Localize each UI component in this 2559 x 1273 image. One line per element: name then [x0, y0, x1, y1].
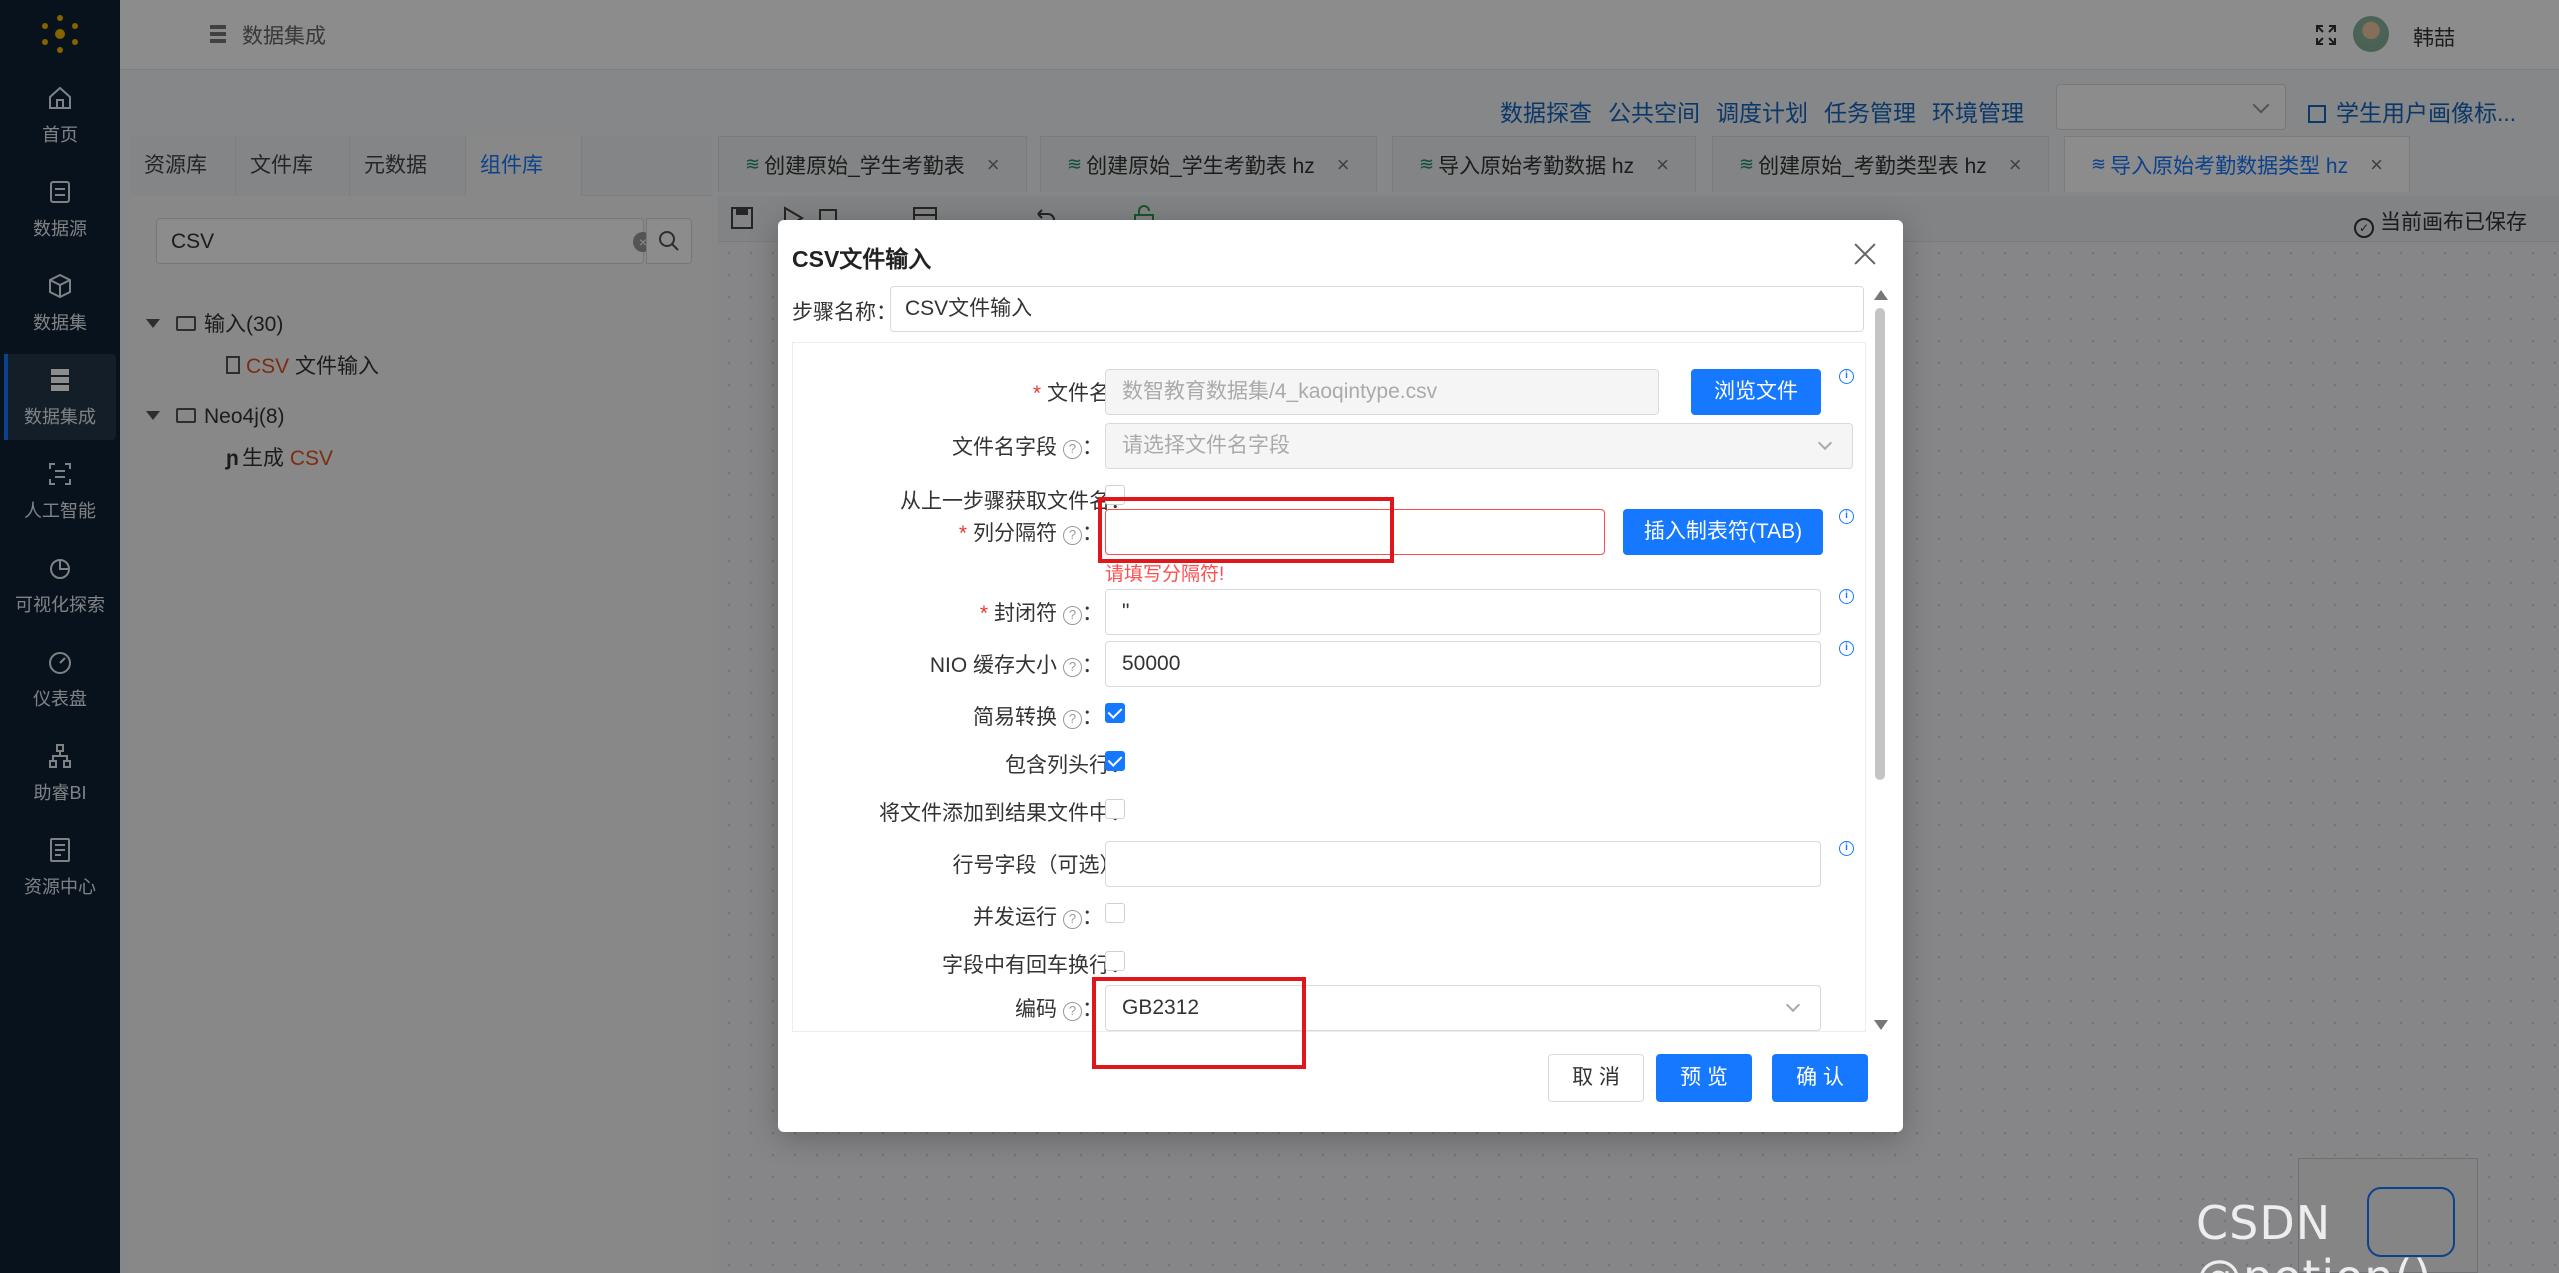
encoding-label-text: 编码 — [1015, 998, 1057, 1021]
row-number-label-text: 行号字段（可选） — [952, 854, 1111, 877]
enclosure-label: * 封闭符?： — [979, 602, 1103, 625]
enclosure-input[interactable]: " — [1105, 589, 1821, 635]
insert-tab-button[interactable]: 插入制表符(TAB) — [1623, 509, 1823, 555]
add-to-result-label: 将文件添加到结果文件中： — [879, 797, 1131, 827]
step-name-label: 步骤名称： — [792, 301, 897, 324]
watermark: CSDN @potion() — [2196, 1196, 2431, 1273]
filename-label-text: 文件名 — [1047, 382, 1110, 405]
filename-field-select: 请选择文件名字段 — [1105, 423, 1853, 469]
csv-input-dialog: CSV文件输入 步骤名称： CSV文件输入 *文件名： 数智教育数据集/4_ka… — [778, 220, 1903, 1132]
newline-in-field-label-text: 字段中有回车换行 — [942, 954, 1110, 977]
dialog-title: CSV文件输入 — [792, 246, 932, 272]
help-icon[interactable]: ? — [1063, 440, 1082, 459]
chevron-down-icon — [1817, 435, 1833, 451]
info-icon[interactable]: i — [1839, 509, 1854, 524]
browse-file-button[interactable]: 浏览文件 — [1691, 369, 1821, 415]
from-prev-label-text: 从上一步骤获取文件名 — [900, 490, 1110, 513]
info-icon[interactable]: i — [1839, 369, 1854, 384]
lazy-conversion-label-text: 简易转换 — [973, 706, 1057, 729]
help-icon[interactable]: ? — [1063, 526, 1082, 545]
row-number-input[interactable] — [1105, 841, 1821, 887]
newline-in-field-checkbox[interactable] — [1105, 951, 1125, 971]
annotation-box-encoding — [1092, 977, 1306, 1069]
parallel-label: 并发运行?： — [973, 906, 1103, 929]
parallel-checkbox[interactable] — [1105, 903, 1125, 923]
cancel-button[interactable]: 取 消 — [1548, 1054, 1644, 1102]
filename-field-label-text: 文件名字段 — [952, 436, 1057, 459]
scroll-thumb[interactable] — [1875, 308, 1885, 780]
filename-input: 数智教育数据集/4_kaoqintype.csv — [1105, 369, 1659, 415]
separator-label: * 列分隔符?： — [958, 522, 1103, 545]
preview-button[interactable]: 预 览 — [1656, 1054, 1752, 1102]
info-icon[interactable]: i — [1839, 589, 1854, 604]
add-to-result-label-text: 将文件添加到结果文件中 — [879, 802, 1110, 825]
from-prev-label: 从上一步骤获取文件名： — [900, 485, 1131, 515]
scroll-up-icon[interactable] — [1874, 290, 1888, 300]
separator-error: 请填写分隔符! — [1105, 564, 1225, 585]
step-name-label-text: 步骤名称 — [792, 301, 876, 324]
scroll-down-icon[interactable] — [1874, 1020, 1888, 1030]
help-icon[interactable]: ? — [1063, 658, 1082, 677]
info-icon[interactable]: i — [1839, 841, 1854, 856]
dialog-scrollbar[interactable] — [1872, 290, 1888, 1030]
help-icon[interactable]: ? — [1063, 710, 1082, 729]
info-icon[interactable]: i — [1839, 641, 1854, 656]
lazy-conversion-label: 简易转换?： — [973, 706, 1103, 729]
help-icon[interactable]: ? — [1063, 1002, 1082, 1021]
nio-buffer-input[interactable]: 50000 — [1105, 641, 1821, 687]
close-icon[interactable] — [1853, 242, 1877, 266]
newline-in-field-label: 字段中有回车换行： — [942, 949, 1131, 979]
header-row-checkbox[interactable] — [1105, 751, 1125, 771]
nio-label-text: NIO 缓存大小 — [929, 654, 1057, 677]
enclosure-label-text: 封闭符 — [994, 602, 1057, 625]
help-icon[interactable]: ? — [1063, 910, 1082, 929]
chevron-down-icon — [1785, 997, 1801, 1013]
help-icon[interactable]: ? — [1063, 606, 1082, 625]
filename-field-label: 文件名字段?： — [952, 436, 1103, 459]
lazy-conversion-checkbox[interactable] — [1105, 703, 1125, 723]
nio-label: NIO 缓存大小?： — [929, 654, 1103, 677]
confirm-button[interactable]: 确 认 — [1772, 1054, 1868, 1102]
encoding-label: 编码?： — [1015, 998, 1103, 1021]
separator-label-text: 列分隔符 — [973, 522, 1057, 545]
dialog-form: *文件名： 数智教育数据集/4_kaoqintype.csv 浏览文件 i 文件… — [792, 342, 1866, 1032]
parallel-label-text: 并发运行 — [973, 906, 1057, 929]
annotation-box-separator — [1098, 497, 1394, 563]
header-row-label-text: 包含列头行 — [1005, 754, 1110, 777]
filename-field-placeholder: 请选择文件名字段 — [1122, 434, 1290, 457]
step-name-input[interactable]: CSV文件输入 — [890, 286, 1864, 332]
add-to-result-checkbox[interactable] — [1105, 799, 1125, 819]
